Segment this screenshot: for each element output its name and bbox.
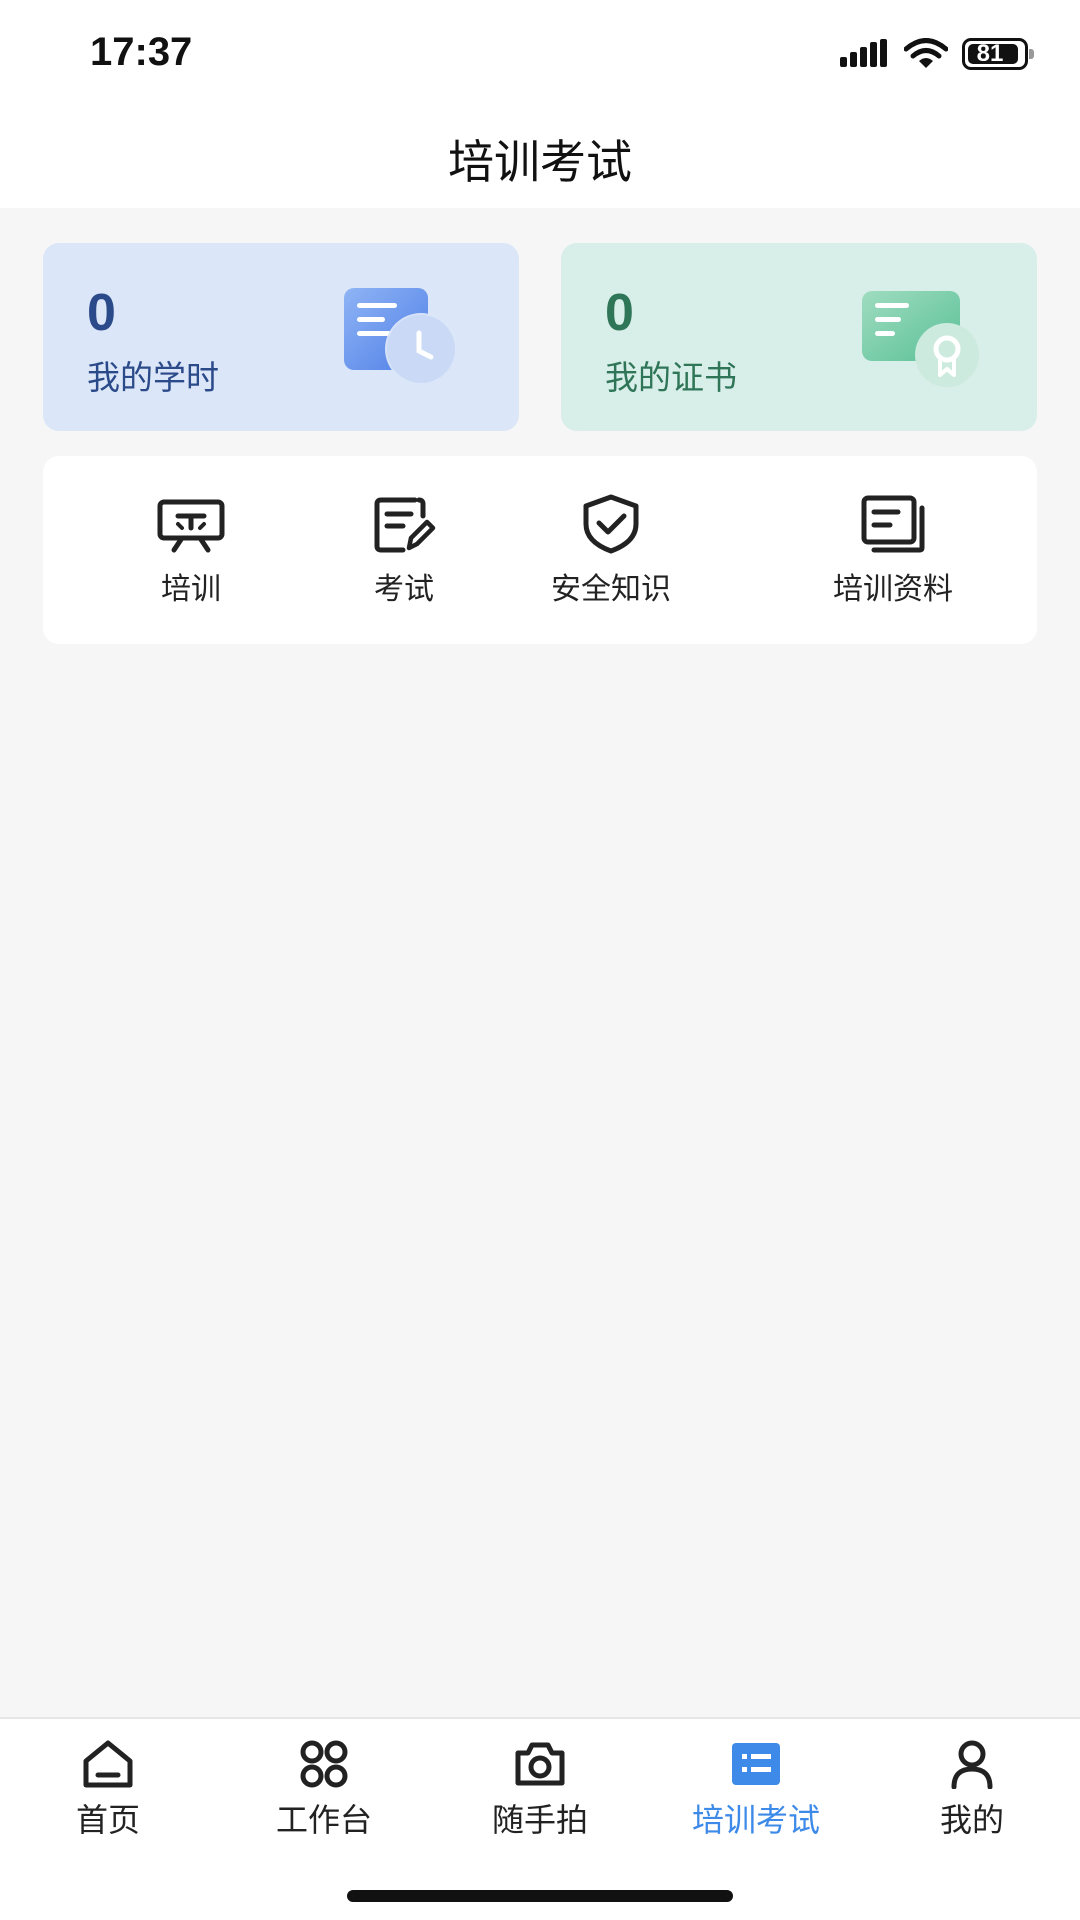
menu-label-safety-knowledge: 安全知识 (551, 572, 671, 607)
tab-snapshot[interactable]: 随手拍 (450, 1739, 630, 1849)
menu-item-exam[interactable]: 考试 (304, 456, 504, 644)
quick-menu: 培训 考试 安全知识 培训资料 (43, 456, 1037, 644)
battery-level: 81 (976, 40, 1004, 67)
hours-label: 我的学时 (87, 358, 219, 397)
home-indicator[interactable] (347, 1890, 733, 1902)
hours-value: 0 (87, 284, 116, 342)
user-icon (951, 1740, 993, 1789)
list-icon (732, 1743, 780, 1785)
page-title: 培训考试 (448, 135, 632, 189)
document-clock-icon (344, 288, 457, 385)
menu-label-exam: 考试 (374, 572, 434, 607)
certificates-value: 0 (605, 284, 634, 342)
tab-label-mine: 我的 (939, 1801, 1004, 1839)
tab-workbench[interactable]: 工作台 (234, 1739, 414, 1849)
grid-icon (300, 1740, 348, 1788)
home-icon (83, 1740, 133, 1788)
my-certificates-card[interactable]: 0 我的证书 (561, 243, 1037, 431)
status-bar: 17:37 81 (0, 0, 1080, 110)
tab-home[interactable]: 首页 (18, 1739, 198, 1849)
tab-label-snapshot: 随手拍 (491, 1801, 588, 1839)
menu-item-training-materials[interactable]: 培训资料 (793, 456, 993, 644)
wifi-icon (904, 38, 948, 68)
certificate-icon (862, 291, 979, 387)
training-board-icon (157, 499, 225, 553)
tab-mine[interactable]: 我的 (882, 1739, 1062, 1849)
screen: 17:37 81 培训考试 0 我的学时 0 我的证书 培训 考试 安全知识 培… (0, 0, 1080, 1920)
status-time: 17:37 (90, 30, 193, 74)
menu-item-training[interactable]: 培训 (91, 456, 291, 644)
tab-label-home: 首页 (75, 1801, 140, 1839)
documents-icon (861, 495, 925, 553)
camera-icon (515, 1742, 565, 1786)
tab-label-workbench: 工作台 (275, 1801, 372, 1839)
tab-training-exam[interactable]: 培训考试 (666, 1739, 846, 1849)
shield-check-icon (583, 494, 639, 554)
tab-label-training-exam: 培训考试 (691, 1801, 820, 1839)
my-hours-card[interactable]: 0 我的学时 (43, 243, 519, 431)
exam-edit-icon (374, 497, 436, 553)
status-icons: 81 (840, 38, 1034, 70)
certificates-label: 我的证书 (605, 358, 737, 397)
menu-label-training-materials: 培训资料 (833, 572, 953, 607)
signal-icon (840, 39, 887, 67)
menu-item-safety-knowledge[interactable]: 安全知识 (511, 456, 711, 644)
battery-icon: 81 (962, 38, 1034, 70)
header: 培训考试 (0, 110, 1080, 208)
menu-label-training: 培训 (161, 572, 221, 607)
